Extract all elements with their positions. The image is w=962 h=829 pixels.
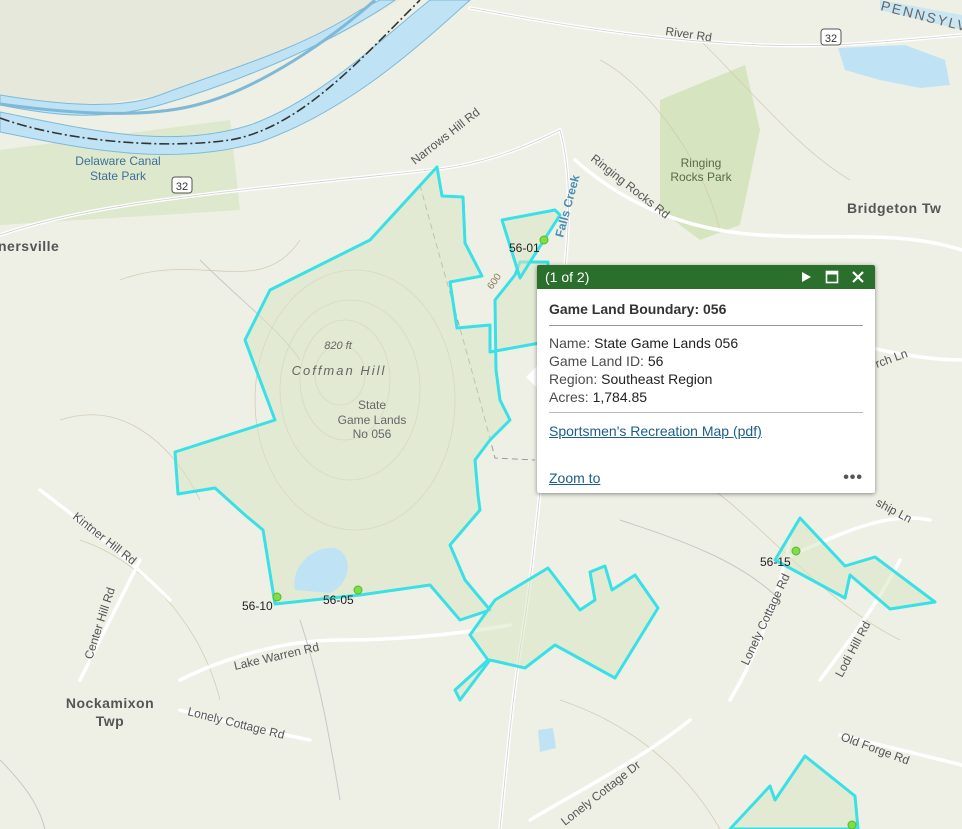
attr-row-id: Game Land ID: 56: [549, 352, 863, 370]
popup-count: (1 of 2): [545, 269, 590, 285]
attr-row-region: Region: Southeast Region: [549, 370, 863, 388]
close-icon[interactable]: [847, 266, 869, 288]
nersville-label: nersville: [0, 238, 59, 254]
attr-row-acres: Acres: 1,784.85: [549, 388, 863, 406]
marker-56-15: [791, 546, 801, 556]
attr-value: 56: [647, 353, 664, 369]
coffman-hill-label: Coffman Hill: [292, 363, 387, 378]
delaware-canal-label-2: State Park: [90, 169, 147, 183]
attr-label: Region:: [549, 371, 598, 387]
marker-label-56-05: 56-05: [323, 593, 354, 607]
marker-label-56-15: 56-15: [760, 555, 791, 569]
marker-56-10: [272, 592, 282, 602]
route-shield-label: 32: [825, 33, 837, 45]
ringing-rocks-label-2: Rocks Park: [670, 170, 732, 184]
marker-56-05: [353, 585, 363, 595]
next-icon[interactable]: [795, 266, 817, 288]
state-game-lands-label-3: No 056: [353, 427, 392, 441]
recreation-map-link[interactable]: Sportsmen's Recreation Map (pdf): [549, 423, 863, 439]
popup-header: (1 of 2): [537, 265, 875, 289]
popup-body: Game Land Boundary: 056 Name: State Game…: [537, 289, 875, 439]
marker-label-56-01: 56-01: [509, 241, 540, 255]
attr-label: Game Land ID:: [549, 353, 644, 369]
delaware-canal-label-1: Delaware Canal: [75, 154, 160, 168]
marker-56-xx: [847, 820, 857, 829]
route-shield-32-b: 32: [171, 176, 193, 194]
bridgeton-label: Bridgeton Tw: [847, 200, 941, 216]
attr-label: Name:: [549, 335, 591, 351]
attr-row-name: Name: State Game Lands 056: [549, 334, 863, 352]
feature-popup: (1 of 2) Game Land Boundary: 056 Name: S…: [537, 265, 875, 493]
nockamixon-label-1: Nockamixon: [66, 695, 154, 711]
maximize-icon[interactable]: [821, 266, 843, 288]
ringing-rocks-label-1: Ringing: [681, 156, 722, 170]
popup-attributes: Name: State Game Lands 056 Game Land ID:…: [549, 326, 863, 413]
zoom-to-link[interactable]: Zoom to: [549, 470, 600, 486]
marker-label-56-10: 56-10: [242, 599, 273, 613]
marker-56-01: [539, 235, 549, 245]
nockamixon-label-2: Twp: [96, 713, 124, 729]
popup-footer: Zoom to •••: [549, 469, 863, 487]
attr-value: State Game Lands 056: [594, 335, 739, 351]
attr-value: 1,784.85: [592, 389, 648, 405]
state-game-lands-label-1: State: [358, 398, 386, 412]
route-shield-32-a: 32: [820, 28, 842, 46]
attr-value: Southeast Region: [601, 371, 713, 387]
state-game-lands-label-2: Game Lands: [338, 413, 407, 427]
more-icon[interactable]: •••: [843, 469, 863, 487]
popup-title: Game Land Boundary: 056: [549, 301, 863, 326]
route-shield-label: 32: [176, 181, 188, 193]
elevation-label: 820 ft: [324, 340, 352, 352]
attr-label: Acres:: [549, 389, 589, 405]
